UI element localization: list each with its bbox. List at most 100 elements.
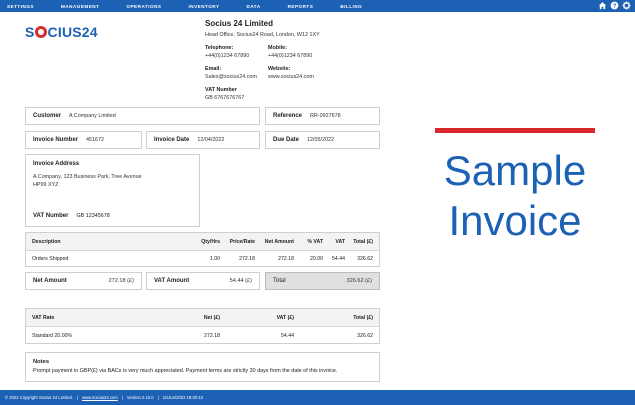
- website-value: www.socius24.com: [268, 74, 314, 80]
- company-name: Socius 24 Limited: [205, 19, 274, 28]
- footer-site-link[interactable]: www.socius24.com: [82, 395, 118, 400]
- customer-field: Customer A Company Limited: [25, 107, 260, 125]
- nav-reports[interactable]: REPORTS: [288, 4, 314, 9]
- vat-row-total: 326.62: [357, 332, 373, 339]
- line-items-header: Description Qty/Hrs Price/Rate Net Amoun…: [26, 233, 379, 251]
- customer-vat-value: GB 12345678: [76, 213, 110, 219]
- nav-operations[interactable]: OPERATIONS: [126, 4, 161, 9]
- invoice-number-field: Invoice Number 451672: [25, 131, 142, 149]
- net-amount-value: 272.18 (£): [108, 278, 135, 284]
- footer-sep-2: |: [121, 395, 123, 400]
- notes-box: Notes Prompt payment in GBP(£) via BACs …: [25, 352, 380, 382]
- telephone-label: Telephone:: [205, 45, 234, 51]
- due-date-field: Due Date 12/05/2022: [265, 131, 380, 149]
- website-label: Website:: [268, 66, 291, 72]
- vat-amount-label: VAT Amount: [154, 278, 190, 284]
- invoice-date-label: Invoice Date: [154, 137, 190, 143]
- customer-label: Customer: [33, 113, 62, 119]
- row-vat-pct: 20.00: [310, 256, 323, 262]
- logo-text-end: CIUS24: [47, 24, 98, 40]
- reference-field: Reference RR-0927678: [265, 107, 380, 125]
- vat-summary-table: VAT Rate Net (£) VAT (£) Total (£) Stand…: [25, 308, 380, 344]
- logo-text-start: S: [25, 24, 35, 40]
- total-box: Total 326.62 (£): [265, 272, 380, 290]
- sample-title-line1: Sample: [443, 147, 587, 194]
- settings-icon[interactable]: [622, 1, 631, 10]
- total-value: 326.62 (£): [346, 278, 373, 284]
- footer: © 2022 Copyright Socius 24 Limited. | ww…: [0, 390, 635, 405]
- vat-row-vat: 54.44: [281, 332, 294, 339]
- col-qty: Qty/Hrs: [201, 238, 220, 245]
- footer-sep-1: |: [77, 395, 79, 400]
- total-label: Total: [273, 278, 286, 284]
- company-vat-label: VAT Number: [205, 87, 237, 93]
- table-row: Orders Shipped 1.00 272.18 272.18 20.00 …: [26, 251, 379, 267]
- net-amount-label: Net Amount: [33, 278, 67, 284]
- nav-settings[interactable]: SETTINGS: [7, 4, 34, 9]
- customer-vat-label: VAT Number: [33, 213, 69, 219]
- row-vat: 54.44: [332, 256, 345, 262]
- footer-version: Version 2.10.0: [126, 395, 154, 400]
- invoice-address-box: Invoice Address A Company, 123 Business …: [25, 154, 200, 227]
- nav-inventory[interactable]: INVENTORY: [188, 4, 219, 9]
- row-net: 272.18: [278, 256, 294, 262]
- col-net: Net Amount: [264, 238, 294, 245]
- nav-billing[interactable]: BILLING: [340, 4, 362, 9]
- nav-data[interactable]: DATA: [247, 4, 261, 9]
- invoice-address-line1: A Company, 123 Business Park, Tree Avenu…: [33, 174, 142, 180]
- footer-copyright: © 2022 Copyright Socius 24 Limited.: [5, 395, 74, 400]
- home-icon[interactable]: [598, 1, 607, 10]
- company-logo: S CIUS24: [25, 24, 98, 40]
- invoice-address-label: Invoice Address: [33, 161, 80, 167]
- accent-bar: [435, 128, 595, 133]
- help-icon[interactable]: ?: [610, 1, 619, 10]
- due-date-label: Due Date: [273, 137, 300, 143]
- col-vat-pct: % VAT: [307, 238, 323, 245]
- notes-text: Prompt payment in GBP(£) via BACs is ver…: [33, 368, 338, 374]
- notes-label: Notes: [33, 359, 50, 365]
- top-nav: SETTINGS MANAGEMENT OPERATIONS INVENTORY…: [0, 0, 635, 12]
- vat-row-rate: Standard 20.00%: [32, 332, 73, 339]
- reference-value: RR-0927678: [310, 113, 341, 119]
- invoice-date-value: 12/04/2022: [197, 137, 225, 143]
- invoice-date-field: Invoice Date 12/04/2022: [146, 131, 260, 149]
- invoice-number-value: 451672: [86, 137, 105, 143]
- vat-summary-header: VAT Rate Net (£) VAT (£) Total (£): [26, 309, 379, 327]
- col-vat-amount: VAT (£): [276, 314, 294, 321]
- sample-title-line2: Invoice: [448, 197, 582, 244]
- mobile-value: +44(0)1234 67890: [268, 53, 313, 59]
- invoice-number-label: Invoice Number: [33, 137, 79, 143]
- row-qty: 1.00: [209, 256, 220, 262]
- row-price: 272.18: [239, 256, 255, 262]
- line-items-table: Description Qty/Hrs Price/Rate Net Amoun…: [25, 232, 380, 267]
- row-description: Orders Shipped: [32, 256, 69, 262]
- vat-amount-value: 54.44 (£): [229, 278, 252, 284]
- footer-sep-3: |: [157, 395, 159, 400]
- due-date-value: 12/05/2022: [307, 137, 334, 143]
- col-vat: VAT: [335, 238, 345, 245]
- vat-row-net: 272.18: [204, 332, 220, 339]
- svg-text:?: ?: [613, 4, 617, 10]
- email-value: Sales@socius24.com: [205, 74, 257, 80]
- email-label: Email:: [205, 66, 222, 72]
- mobile-label: Mobile:: [268, 45, 287, 51]
- nav-icons: ?: [598, 1, 631, 10]
- logo-o-icon: [35, 26, 48, 38]
- sample-invoice-title: Sample Invoice: [410, 146, 620, 246]
- company-address: Head Office, Socius24 Road, London, W12 …: [205, 32, 320, 38]
- customer-value: A Company Limited: [69, 113, 116, 119]
- invoice-address-line2: HP99 XYZ: [33, 182, 59, 188]
- col-vat-rate: VAT Rate: [32, 314, 55, 321]
- nav-management[interactable]: MANAGEMENT: [61, 4, 99, 9]
- reference-label: Reference: [273, 113, 303, 119]
- telephone-value: +44(0)1234 67890: [205, 53, 250, 59]
- row-total: 326.62: [357, 256, 373, 262]
- col-description: Description: [32, 238, 61, 245]
- net-amount-box: Net Amount 272.18 (£): [25, 272, 142, 290]
- table-row: Standard 20.00% 272.18 54.44 326.62: [26, 327, 379, 344]
- col-total: Total (£): [353, 238, 373, 245]
- col-vat-total: Total (£): [353, 314, 373, 321]
- footer-datetime: 11/Jun/2022 18:30:43: [162, 395, 203, 400]
- company-vat-value: GB 6767676767: [205, 95, 245, 101]
- company-details: Socius 24 Limited Head Office, Socius24 …: [205, 19, 358, 101]
